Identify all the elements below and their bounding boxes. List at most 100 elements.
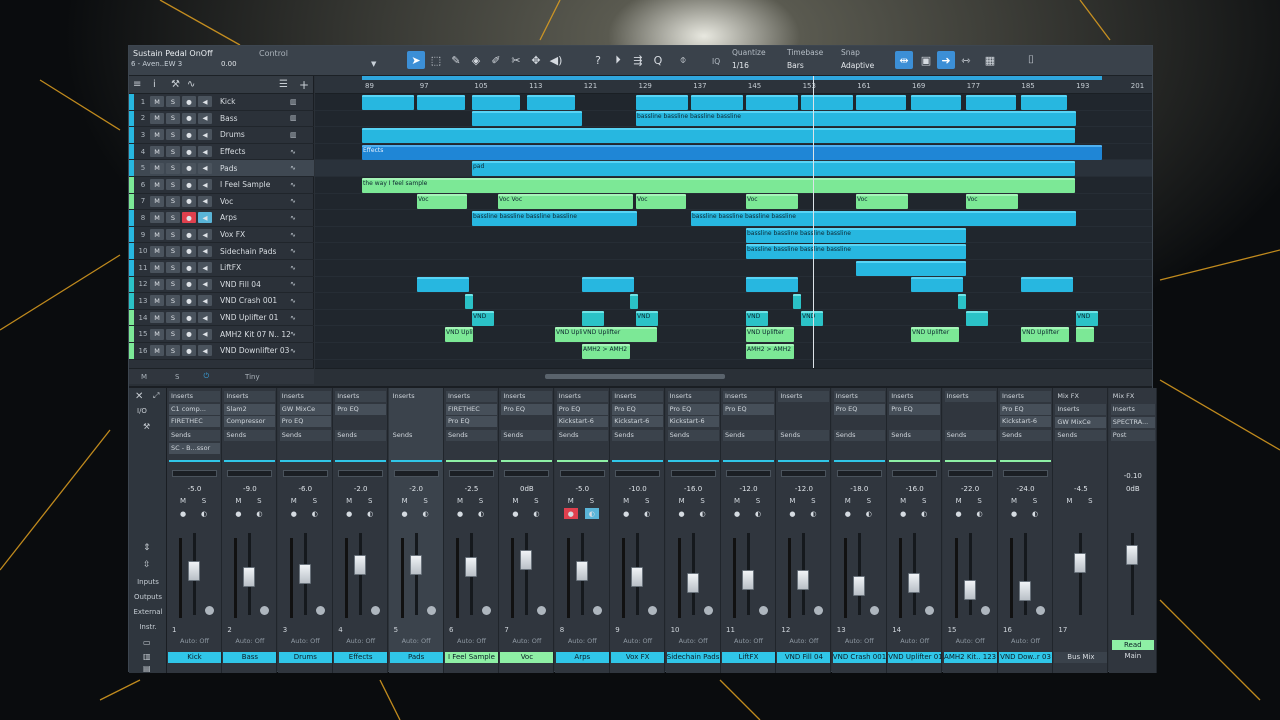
record-arm-button[interactable]: ● bbox=[182, 146, 196, 158]
clip[interactable]: VND Uplifter bbox=[555, 327, 583, 343]
clip[interactable] bbox=[1076, 327, 1094, 343]
mute-button[interactable]: M bbox=[150, 229, 164, 241]
clip[interactable] bbox=[472, 94, 520, 110]
metronome-icon[interactable]: ⌽ bbox=[674, 51, 692, 69]
pan-slider[interactable] bbox=[504, 470, 550, 477]
channel-name[interactable]: LiftFX bbox=[722, 652, 775, 663]
monitor-button[interactable]: ◀ bbox=[198, 278, 212, 290]
channel-solo-button[interactable]: S bbox=[751, 495, 765, 506]
monitor-button[interactable]: ◀ bbox=[198, 328, 212, 340]
volume-readout[interactable]: -2.0 bbox=[392, 485, 441, 493]
solo-button[interactable]: S bbox=[166, 146, 180, 158]
plugin-slot[interactable]: Pro EQ bbox=[335, 404, 387, 415]
volume-readout[interactable]: -2.5 bbox=[447, 485, 496, 493]
sends-slot[interactable]: Sends bbox=[446, 430, 497, 441]
channel-record-button[interactable]: ● bbox=[952, 508, 966, 519]
clip[interactable] bbox=[362, 94, 414, 110]
pan-slider[interactable] bbox=[947, 470, 993, 477]
clip[interactable] bbox=[1021, 94, 1067, 110]
quantize-select[interactable]: 1/16 bbox=[732, 61, 749, 70]
plugin-slot[interactable]: Pro EQ bbox=[279, 416, 331, 427]
send-knob-icon[interactable] bbox=[925, 606, 935, 615]
volume-fader[interactable] bbox=[298, 564, 311, 584]
mute-button[interactable]: M bbox=[150, 295, 164, 307]
track-row[interactable]: 6 M S ● ◀ I Feel Sample ∿ bbox=[129, 177, 314, 194]
channel-name[interactable]: Kick bbox=[168, 652, 221, 663]
global-mute-button[interactable]: M bbox=[141, 373, 147, 381]
sends-slot[interactable]: Sends bbox=[612, 430, 664, 441]
channel-solo-button[interactable]: S bbox=[917, 495, 931, 506]
automation-mode[interactable]: Auto: Off bbox=[392, 637, 441, 645]
channel-name[interactable]: VND Crash 001 bbox=[832, 652, 886, 663]
track-color-chip[interactable] bbox=[129, 177, 134, 193]
solo-button[interactable]: S bbox=[166, 96, 180, 108]
solo-button[interactable]: S bbox=[166, 295, 180, 307]
channel-solo-button[interactable]: S bbox=[197, 495, 211, 506]
channel-monitor-button[interactable]: ◐ bbox=[584, 508, 599, 519]
track-row[interactable]: 16 M S ● ◀ VND Downlifter 03 ∿ bbox=[129, 343, 314, 360]
clip[interactable] bbox=[417, 94, 465, 110]
mute-button[interactable]: M bbox=[150, 212, 164, 224]
inputs-tab[interactable]: Inputs bbox=[131, 578, 165, 586]
clip[interactable] bbox=[636, 94, 688, 110]
volume-fader[interactable] bbox=[1019, 581, 1031, 602]
channel-solo-button[interactable]: S bbox=[585, 495, 599, 506]
channel-monitor-button[interactable]: ◐ bbox=[474, 508, 488, 519]
track-row[interactable]: 4 M S ● ◀ Effects ∿ bbox=[129, 143, 314, 161]
record-arm-button[interactable]: ● bbox=[182, 295, 196, 307]
clip[interactable]: AMH2 > AMH2 bbox=[746, 343, 794, 359]
track-color-chip[interactable] bbox=[129, 94, 134, 110]
solo-button[interactable]: S bbox=[166, 179, 180, 191]
mute-button[interactable]: M bbox=[150, 129, 164, 141]
track-row[interactable]: 3 M S ● ◀ Drums ▥ bbox=[129, 127, 314, 144]
panel-icon[interactable]: ▤ bbox=[143, 664, 151, 673]
clip[interactable]: VND bbox=[801, 310, 823, 326]
mute-button[interactable]: M bbox=[150, 328, 164, 340]
volume-readout[interactable]: -24.0 bbox=[1001, 485, 1050, 493]
track-lane[interactable] bbox=[315, 343, 1152, 360]
pan-slider[interactable] bbox=[781, 470, 827, 477]
channel-name[interactable]: Pads bbox=[389, 652, 443, 663]
record-arm-button[interactable]: ● bbox=[182, 262, 196, 274]
wrench-icon[interactable]: ⚒ bbox=[143, 422, 150, 431]
volume-fader[interactable] bbox=[1074, 553, 1087, 573]
volume-fader[interactable] bbox=[852, 576, 865, 597]
pan-slider[interactable] bbox=[1003, 470, 1048, 477]
channel-monitor-button[interactable]: ◐ bbox=[806, 508, 820, 519]
track-color-chip[interactable] bbox=[129, 160, 134, 176]
track-name[interactable]: Bass bbox=[220, 114, 290, 123]
monitor-button[interactable]: ◀ bbox=[198, 112, 212, 124]
monitor-button[interactable]: ◀ bbox=[198, 162, 212, 174]
volume-readout[interactable]: 0dB bbox=[502, 485, 551, 493]
mute-button[interactable]: M bbox=[150, 112, 164, 124]
track-name[interactable]: Pads bbox=[220, 164, 290, 173]
snap-grid-icon[interactable]: ⇹ bbox=[895, 51, 913, 69]
clip[interactable]: VND Uplifter bbox=[582, 327, 657, 343]
clip[interactable]: Voc bbox=[966, 194, 1018, 210]
channel-mute-button[interactable]: M bbox=[952, 495, 966, 506]
arrange-scrollbar[interactable] bbox=[315, 368, 1152, 384]
record-arm-button[interactable]: ● bbox=[182, 212, 196, 224]
track-row[interactable]: 15 M S ● ◀ AMH2 Kit 07 N.. 123 ∿ bbox=[129, 326, 314, 343]
range-tool-icon[interactable]: ⬚ bbox=[427, 51, 445, 69]
clip[interactable]: VND bbox=[472, 310, 494, 326]
volume-fader[interactable] bbox=[963, 579, 976, 600]
record-arm-button[interactable]: ● bbox=[182, 278, 196, 290]
clip[interactable] bbox=[958, 294, 966, 309]
volume-readout[interactable]: -4.5 bbox=[1056, 485, 1105, 493]
channel-record-button[interactable]: ● bbox=[176, 508, 190, 519]
volume-fader[interactable] bbox=[797, 570, 810, 591]
track-lane[interactable] bbox=[315, 310, 1152, 327]
volume-fader[interactable] bbox=[1125, 545, 1138, 565]
record-arm-button[interactable]: ● bbox=[182, 245, 196, 257]
track-row[interactable]: 10 M S ● ◀ Sidechain Pads ∿ bbox=[129, 243, 314, 260]
channel-solo-button[interactable]: S bbox=[419, 495, 433, 506]
clip[interactable] bbox=[582, 310, 604, 326]
control-value[interactable]: 0.00 bbox=[221, 60, 237, 68]
clip[interactable] bbox=[911, 277, 963, 293]
volume-fader[interactable] bbox=[409, 554, 422, 575]
channel-record-button[interactable]: ● bbox=[896, 508, 910, 519]
channel-solo-button[interactable]: S bbox=[474, 495, 488, 506]
automation-mode[interactable]: Auto: Off bbox=[281, 637, 330, 645]
channel-record-button[interactable]: ● bbox=[785, 508, 799, 519]
